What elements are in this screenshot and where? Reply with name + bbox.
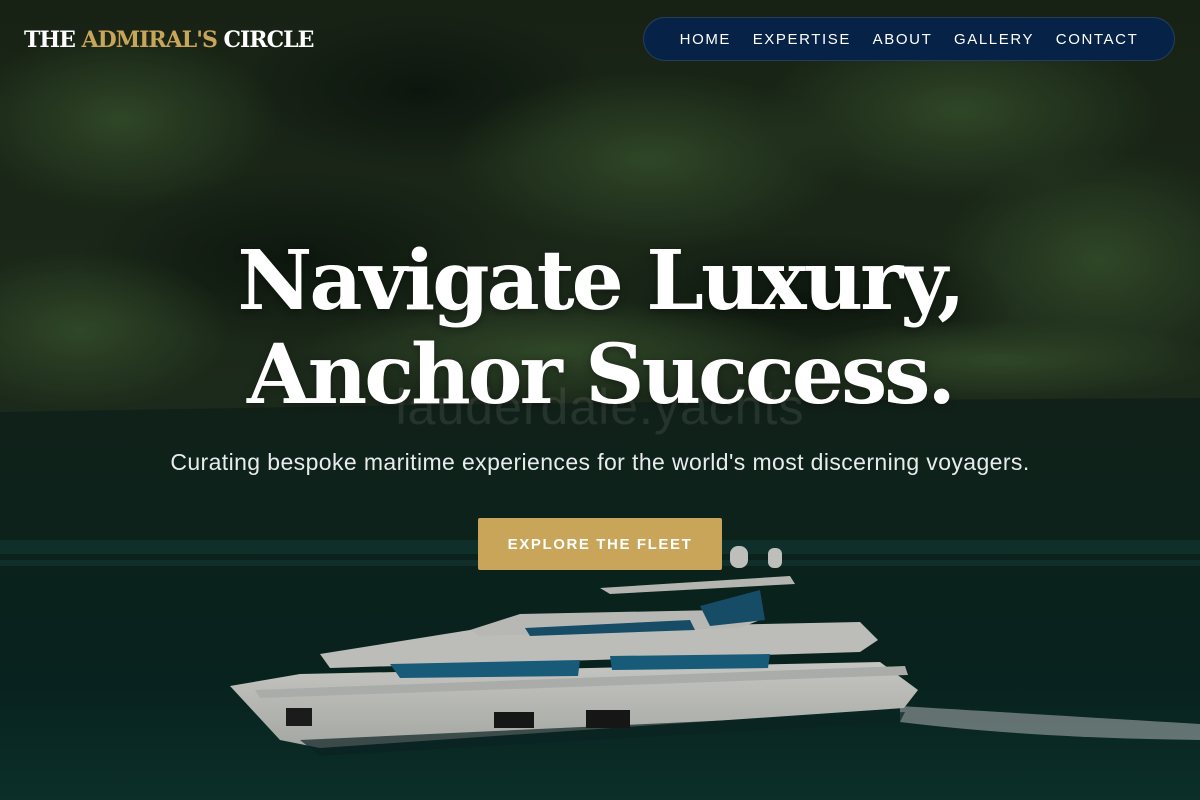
hero-section: THE ADMIRAL'S CIRCLE HOME EXPERTISE ABOU… (0, 0, 1200, 800)
headline-line-2: Anchor Success. (247, 327, 956, 423)
main-navigation: HOME EXPERTISE ABOUT GALLERY CONTACT (643, 17, 1175, 61)
nav-link-gallery[interactable]: GALLERY (954, 31, 1034, 48)
headline-line-1: Navigate Luxury, (237, 233, 965, 329)
logo-text-admirals: ADMIRAL'S (81, 27, 218, 53)
hero-headline: Navigate Luxury, Anchor Success. (0, 234, 1200, 422)
nav-link-contact[interactable]: CONTACT (1056, 31, 1139, 48)
nav-link-expertise[interactable]: EXPERTISE (753, 31, 851, 48)
logo-text-circle: CIRCLE (216, 27, 315, 53)
logo-text-the: THE (24, 27, 82, 53)
brand-logo[interactable]: THE ADMIRAL'S CIRCLE (24, 26, 315, 54)
nav-link-about[interactable]: ABOUT (873, 31, 933, 48)
explore-fleet-button[interactable]: EXPLORE THE FLEET (478, 518, 722, 570)
nav-link-home[interactable]: HOME (680, 31, 731, 48)
hero-subtitle: Curating bespoke maritime experiences fo… (170, 449, 1030, 475)
